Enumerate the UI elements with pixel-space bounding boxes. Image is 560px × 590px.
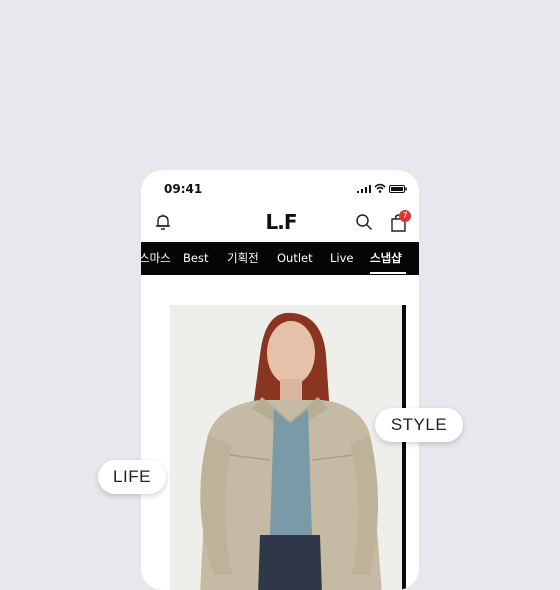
life-tag-bubble[interactable]: LIFE bbox=[98, 460, 166, 494]
nav-item-live[interactable]: Live bbox=[330, 242, 353, 275]
nav-item-snapshop[interactable]: 스냅샵 bbox=[370, 242, 402, 275]
active-tab-indicator bbox=[370, 272, 406, 274]
nav-item-outlet[interactable]: Outlet bbox=[277, 242, 313, 275]
category-nav: 스마스 Best 기획전 Outlet Live 스냅샵 bbox=[141, 242, 419, 275]
search-icon[interactable] bbox=[355, 213, 373, 231]
carousel-edge bbox=[402, 305, 406, 590]
phone-screen: 09:41 L.F 7 스마스 Best 기획전 Outlet Live 스냅샵 bbox=[141, 170, 419, 590]
brand-logo[interactable]: L.F bbox=[263, 210, 299, 234]
status-bar: 09:41 bbox=[141, 170, 419, 206]
bell-icon[interactable] bbox=[153, 212, 173, 232]
battery-icon bbox=[389, 185, 407, 193]
signal-icon bbox=[357, 185, 371, 193]
nav-item-christmas[interactable]: 스마스 bbox=[141, 242, 171, 275]
style-tag-bubble[interactable]: STYLE bbox=[375, 408, 463, 442]
model-photo bbox=[170, 305, 402, 590]
wifi-icon bbox=[374, 183, 386, 193]
app-header: L.F 7 bbox=[141, 206, 419, 242]
hero-image[interactable] bbox=[170, 305, 402, 590]
nav-item-best[interactable]: Best bbox=[183, 242, 208, 275]
status-time: 09:41 bbox=[164, 182, 203, 196]
cart-count-badge: 7 bbox=[399, 210, 411, 222]
nav-item-promotion[interactable]: 기획전 bbox=[227, 242, 259, 275]
